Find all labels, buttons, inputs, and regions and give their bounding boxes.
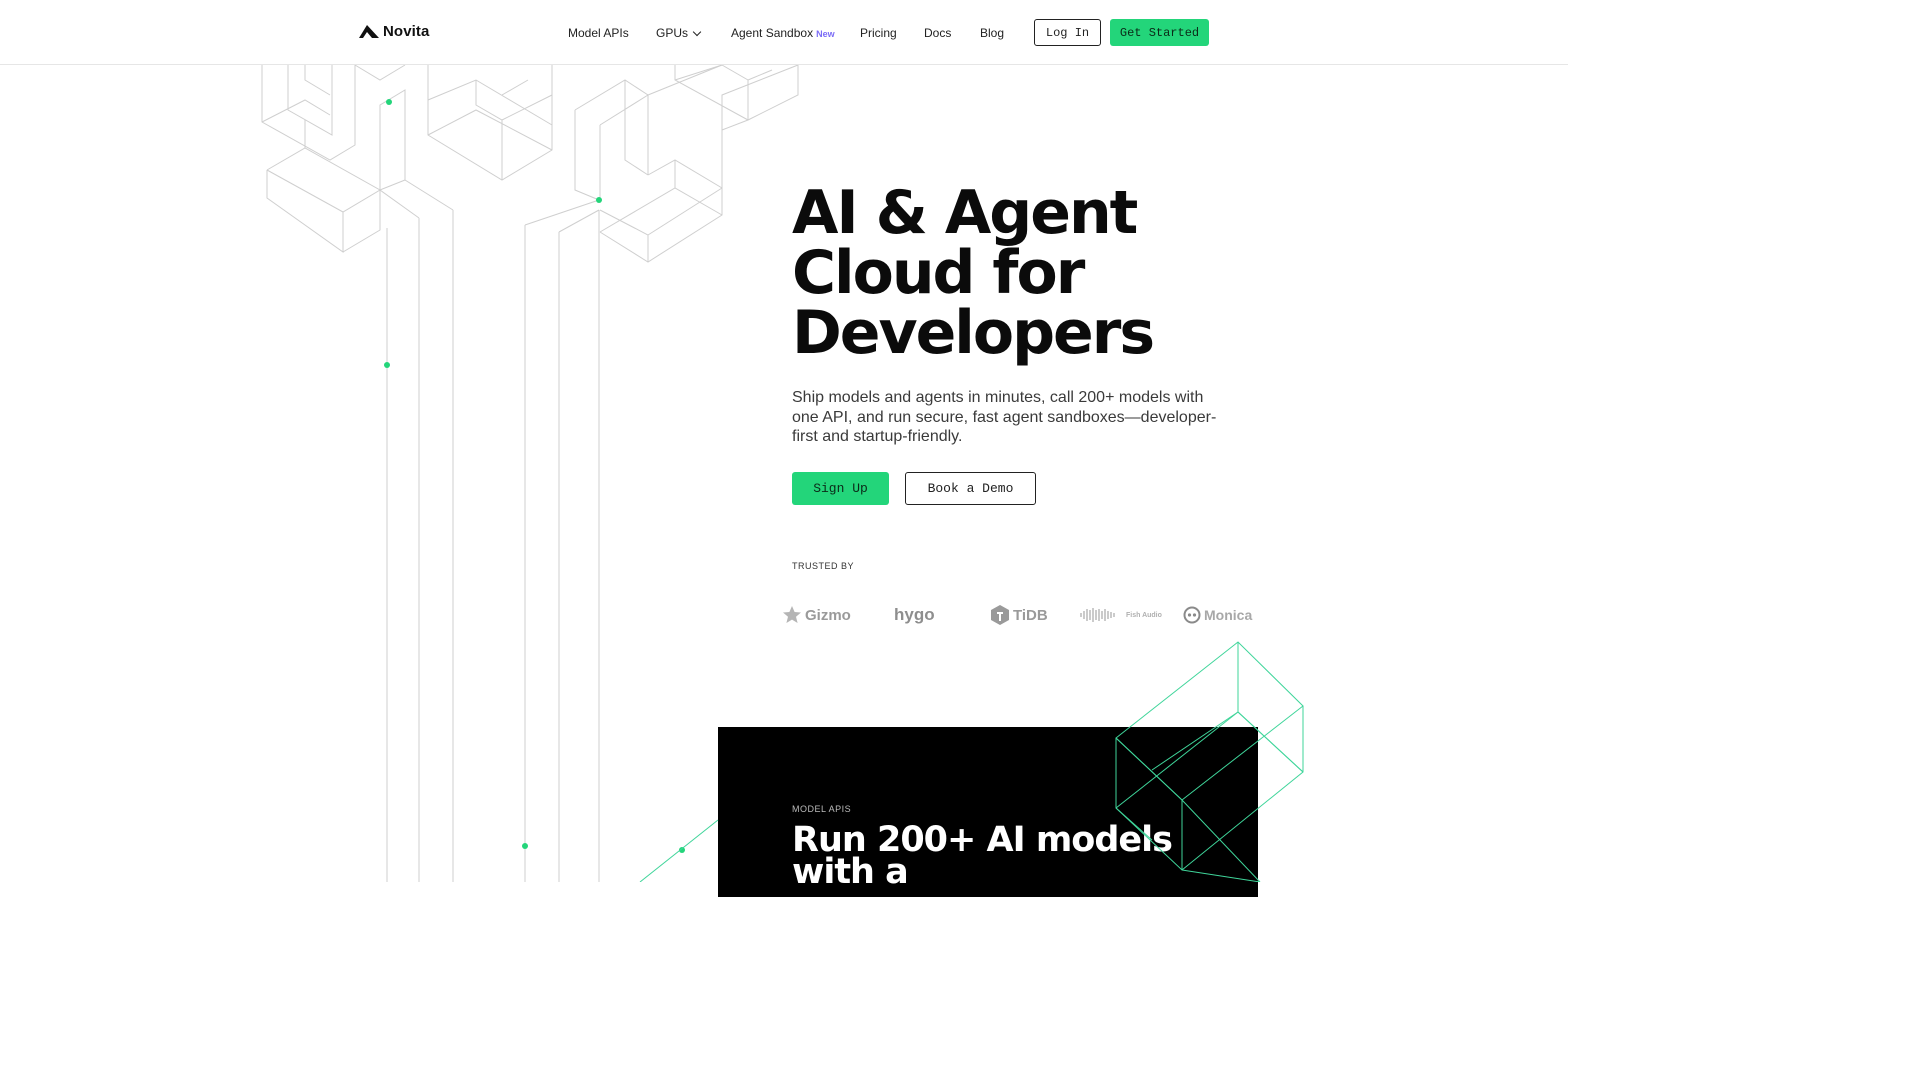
nav-link-pricing[interactable]: Pricing bbox=[860, 26, 897, 40]
get-started-button[interactable]: Get Started bbox=[1110, 19, 1209, 46]
nav-link-blog[interactable]: Blog bbox=[980, 26, 1004, 40]
trusted-by-label: TRUSTED BY bbox=[792, 561, 855, 571]
monica-face-icon bbox=[1183, 606, 1201, 624]
audio-waveform-icon bbox=[1080, 608, 1115, 622]
hero-title-line: Developers bbox=[792, 298, 1155, 368]
fish-audio-logo: Fish Audio bbox=[1079, 600, 1162, 630]
tidb-logo-text: TiDB bbox=[1013, 606, 1048, 624]
chevron-down-icon bbox=[692, 27, 702, 37]
novita-logo[interactable]: Novita bbox=[359, 23, 429, 40]
star-icon bbox=[783, 606, 801, 623]
hero-title-line: Cloud for bbox=[792, 238, 1085, 308]
hero-title-line: AI & Agent bbox=[792, 178, 1138, 248]
tidb-hexagon-icon bbox=[991, 605, 1009, 625]
hygo-logo: hygo bbox=[894, 600, 935, 630]
nav-link-agent-sandbox-label: Agent Sandbox bbox=[731, 26, 814, 40]
monica-logo: Monica bbox=[1183, 600, 1252, 630]
nav-link-model-apis[interactable]: Model APIs bbox=[568, 26, 629, 40]
gizmo-logo: Gizmo bbox=[782, 600, 851, 630]
nav-link-gpus[interactable]: GPUs bbox=[656, 26, 702, 40]
card-section-label: MODEL APIS bbox=[792, 804, 852, 814]
hygo-logo-text: hygo bbox=[894, 605, 935, 624]
model-apis-card: MODEL APIS Run 200+ AI models with a bbox=[718, 727, 1258, 897]
novita-logo-icon bbox=[359, 25, 379, 38]
new-badge: New bbox=[816, 29, 835, 39]
fish-audio-logo-text: Fish Audio bbox=[1126, 611, 1162, 619]
top-navigation: Novita Model APIs GPUs Agent Sandbox New … bbox=[0, 0, 1568, 65]
monica-logo-text: Monica bbox=[1204, 607, 1253, 623]
hero-subtitle: Ship models and agents in minutes, call … bbox=[792, 389, 1217, 445]
login-button[interactable]: Log In bbox=[1034, 19, 1101, 46]
sign-up-button[interactable]: Sign Up bbox=[792, 472, 889, 505]
nav-link-docs[interactable]: Docs bbox=[924, 26, 951, 40]
nav-link-agent-sandbox[interactable]: Agent Sandbox New bbox=[731, 26, 835, 41]
hero-title: AI & Agent Cloud for Developers bbox=[792, 183, 1352, 363]
book-demo-button[interactable]: Book a Demo bbox=[905, 472, 1036, 505]
nav-link-gpus-label: GPUs bbox=[656, 26, 689, 40]
brand-name: Novita bbox=[383, 23, 430, 40]
gizmo-logo-text: Gizmo bbox=[805, 606, 851, 624]
trusted-logo-row: Gizmo hygo TiDB Fish Audio Monica bbox=[782, 600, 1252, 630]
card-title: Run 200+ AI models with a bbox=[792, 820, 1173, 892]
tidb-logo: TiDB bbox=[990, 600, 1048, 630]
